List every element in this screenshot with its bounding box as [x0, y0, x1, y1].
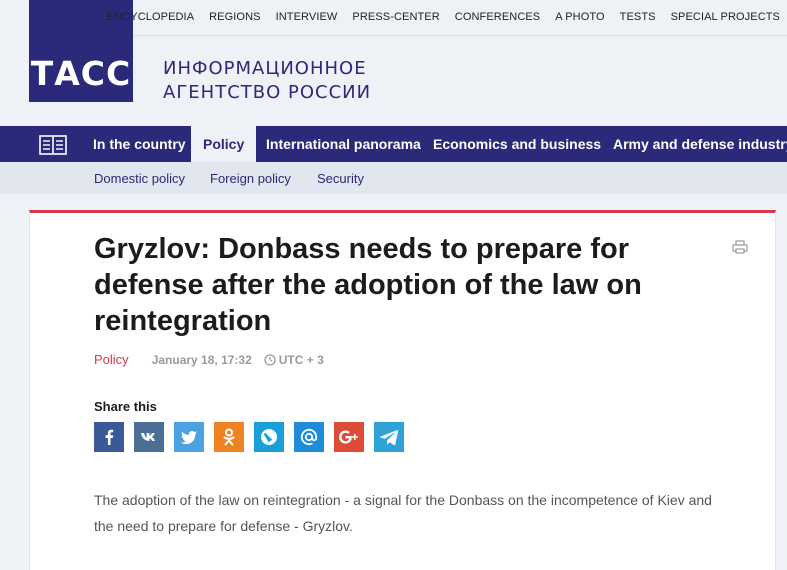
menu-icon[interactable]	[38, 134, 68, 155]
print-icon[interactable]	[732, 240, 748, 254]
facebook-share-button[interactable]	[94, 422, 124, 452]
article-title: Gryzlov: Donbass needs to prepare for de…	[94, 233, 642, 337]
subnav-foreign-policy[interactable]: Foreign policy	[210, 171, 291, 186]
nav-army-defense[interactable]: Army and defense industry	[601, 126, 787, 162]
top-link-interview[interactable]: INTERVIEW	[276, 10, 338, 24]
vk-share-button[interactable]	[134, 422, 164, 452]
clock-icon	[264, 353, 276, 366]
article-rubric[interactable]: Policy	[94, 352, 129, 367]
facebook-icon	[105, 429, 114, 445]
top-link-regions[interactable]: REGIONS	[209, 10, 260, 24]
telegram-icon	[380, 429, 398, 445]
google-plus-share-button[interactable]	[334, 422, 364, 452]
article-lead: The adoption of the law on reintegration…	[94, 492, 712, 534]
mail-share-button[interactable]	[294, 422, 324, 452]
top-link-tests[interactable]: TESTS	[620, 10, 656, 24]
telegram-share-button[interactable]	[374, 422, 404, 452]
agency-line-1: ИНФОРМАЦИОННОЕ	[163, 58, 367, 79]
top-link-encyclopedia[interactable]: ENCYCLOPEDIA	[107, 10, 194, 24]
top-link-conferences[interactable]: CONFERENCES	[455, 10, 540, 24]
top-link-press-center[interactable]: PRESS-CENTER	[352, 10, 439, 24]
site-header: ТАСС ИНФОРМАЦИОННОЕ АГЕНТСТВО РОССИИ ENC…	[0, 0, 787, 126]
subnav-domestic-policy[interactable]: Domestic policy	[94, 171, 185, 186]
subnav-security[interactable]: Security	[317, 171, 364, 186]
nav-in-the-country[interactable]: In the country	[81, 126, 198, 162]
agency-line-2: АГЕНТСТВО РОССИИ	[163, 82, 372, 103]
logo-text: ТАСС	[30, 54, 132, 93]
timezone-label: UTC + 3	[278, 352, 324, 367]
google-plus-icon	[339, 430, 358, 444]
vk-icon	[141, 433, 156, 441]
top-nav: ENCYCLOPEDIA REGIONS INTERVIEW PRESS-CEN…	[92, 10, 780, 24]
livejournal-share-button[interactable]	[254, 422, 284, 452]
twitter-share-button[interactable]	[174, 422, 204, 452]
timezone: UTC + 3	[264, 353, 324, 367]
share-buttons	[94, 422, 404, 452]
nav-economics-business[interactable]: Economics and business	[421, 126, 613, 162]
agency-name: ИНФОРМАЦИОННОЕ АГЕНТСТВО РОССИИ	[163, 57, 371, 105]
twitter-icon	[181, 430, 197, 444]
main-nav: In the country Policy International pano…	[0, 126, 787, 162]
nav-policy[interactable]: Policy	[191, 126, 257, 162]
nav-international-panorama[interactable]: International panorama	[254, 126, 433, 162]
odnoklassniki-icon	[223, 428, 235, 446]
article-meta: Policy January 18, 17:32 UTC + 3	[94, 352, 324, 367]
article-date: January 18, 17:32	[151, 352, 252, 367]
article-card: Gryzlov: Donbass needs to prepare for de…	[29, 210, 776, 570]
share-label: Share this	[94, 399, 157, 414]
livejournal-icon	[261, 429, 277, 445]
top-link-special-projects[interactable]: SPECIAL PROJECTS	[671, 10, 780, 24]
mail-at-icon	[300, 428, 318, 445]
top-link-photo[interactable]: A PHOTO	[555, 10, 604, 24]
sub-nav: Domestic policy Foreign policy Security	[0, 162, 787, 194]
odnoklassniki-share-button[interactable]	[214, 422, 244, 452]
top-nav-divider	[133, 35, 787, 36]
